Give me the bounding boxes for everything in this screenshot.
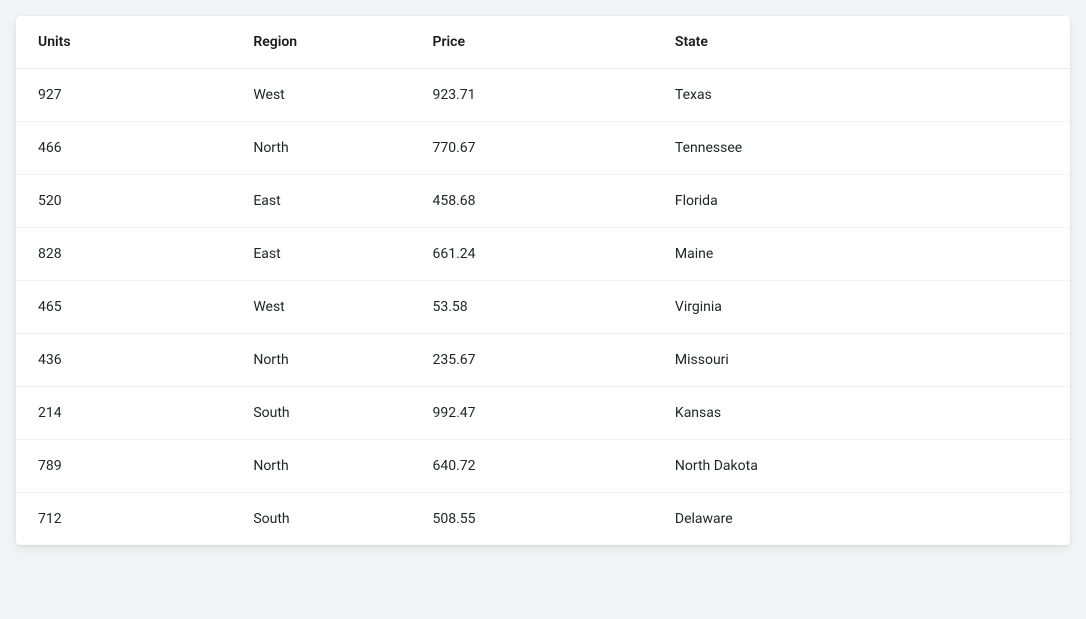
cell-units: 927 bbox=[16, 69, 237, 122]
column-header-region[interactable]: Region bbox=[237, 16, 416, 69]
cell-state: Florida bbox=[659, 175, 1070, 228]
table-row: 520 East 458.68 Florida bbox=[16, 175, 1070, 228]
cell-units: 828 bbox=[16, 228, 237, 281]
cell-region: East bbox=[237, 228, 416, 281]
table-header: Units Region Price State bbox=[16, 16, 1070, 69]
cell-state: Missouri bbox=[659, 334, 1070, 387]
cell-units: 712 bbox=[16, 493, 237, 546]
cell-units: 465 bbox=[16, 281, 237, 334]
cell-state: Virginia bbox=[659, 281, 1070, 334]
cell-units: 436 bbox=[16, 334, 237, 387]
cell-region: South bbox=[237, 387, 416, 440]
cell-price: 53.58 bbox=[417, 281, 659, 334]
cell-state: North Dakota bbox=[659, 440, 1070, 493]
cell-price: 661.24 bbox=[417, 228, 659, 281]
cell-price: 770.67 bbox=[417, 122, 659, 175]
table-row: 927 West 923.71 Texas bbox=[16, 69, 1070, 122]
cell-price: 458.68 bbox=[417, 175, 659, 228]
table-header-row: Units Region Price State bbox=[16, 16, 1070, 69]
cell-price: 992.47 bbox=[417, 387, 659, 440]
cell-state: Kansas bbox=[659, 387, 1070, 440]
table-body: 927 West 923.71 Texas 466 North 770.67 T… bbox=[16, 69, 1070, 546]
cell-price: 508.55 bbox=[417, 493, 659, 546]
cell-price: 640.72 bbox=[417, 440, 659, 493]
cell-price: 923.71 bbox=[417, 69, 659, 122]
table-row: 789 North 640.72 North Dakota bbox=[16, 440, 1070, 493]
cell-region: North bbox=[237, 122, 416, 175]
cell-units: 214 bbox=[16, 387, 237, 440]
column-header-units[interactable]: Units bbox=[16, 16, 237, 69]
column-header-state[interactable]: State bbox=[659, 16, 1070, 69]
table-row: 214 South 992.47 Kansas bbox=[16, 387, 1070, 440]
cell-region: East bbox=[237, 175, 416, 228]
data-table-container: Units Region Price State 927 West 923.71… bbox=[16, 16, 1070, 545]
cell-state: Delaware bbox=[659, 493, 1070, 546]
table-row: 465 West 53.58 Virginia bbox=[16, 281, 1070, 334]
cell-state: Maine bbox=[659, 228, 1070, 281]
cell-units: 520 bbox=[16, 175, 237, 228]
table-row: 828 East 661.24 Maine bbox=[16, 228, 1070, 281]
cell-price: 235.67 bbox=[417, 334, 659, 387]
cell-region: North bbox=[237, 334, 416, 387]
table-row: 712 South 508.55 Delaware bbox=[16, 493, 1070, 546]
cell-units: 466 bbox=[16, 122, 237, 175]
column-header-price[interactable]: Price bbox=[417, 16, 659, 69]
cell-units: 789 bbox=[16, 440, 237, 493]
cell-region: South bbox=[237, 493, 416, 546]
cell-region: West bbox=[237, 281, 416, 334]
table-row: 436 North 235.67 Missouri bbox=[16, 334, 1070, 387]
cell-region: North bbox=[237, 440, 416, 493]
table-row: 466 North 770.67 Tennessee bbox=[16, 122, 1070, 175]
cell-state: Tennessee bbox=[659, 122, 1070, 175]
data-table: Units Region Price State 927 West 923.71… bbox=[16, 16, 1070, 545]
cell-state: Texas bbox=[659, 69, 1070, 122]
cell-region: West bbox=[237, 69, 416, 122]
